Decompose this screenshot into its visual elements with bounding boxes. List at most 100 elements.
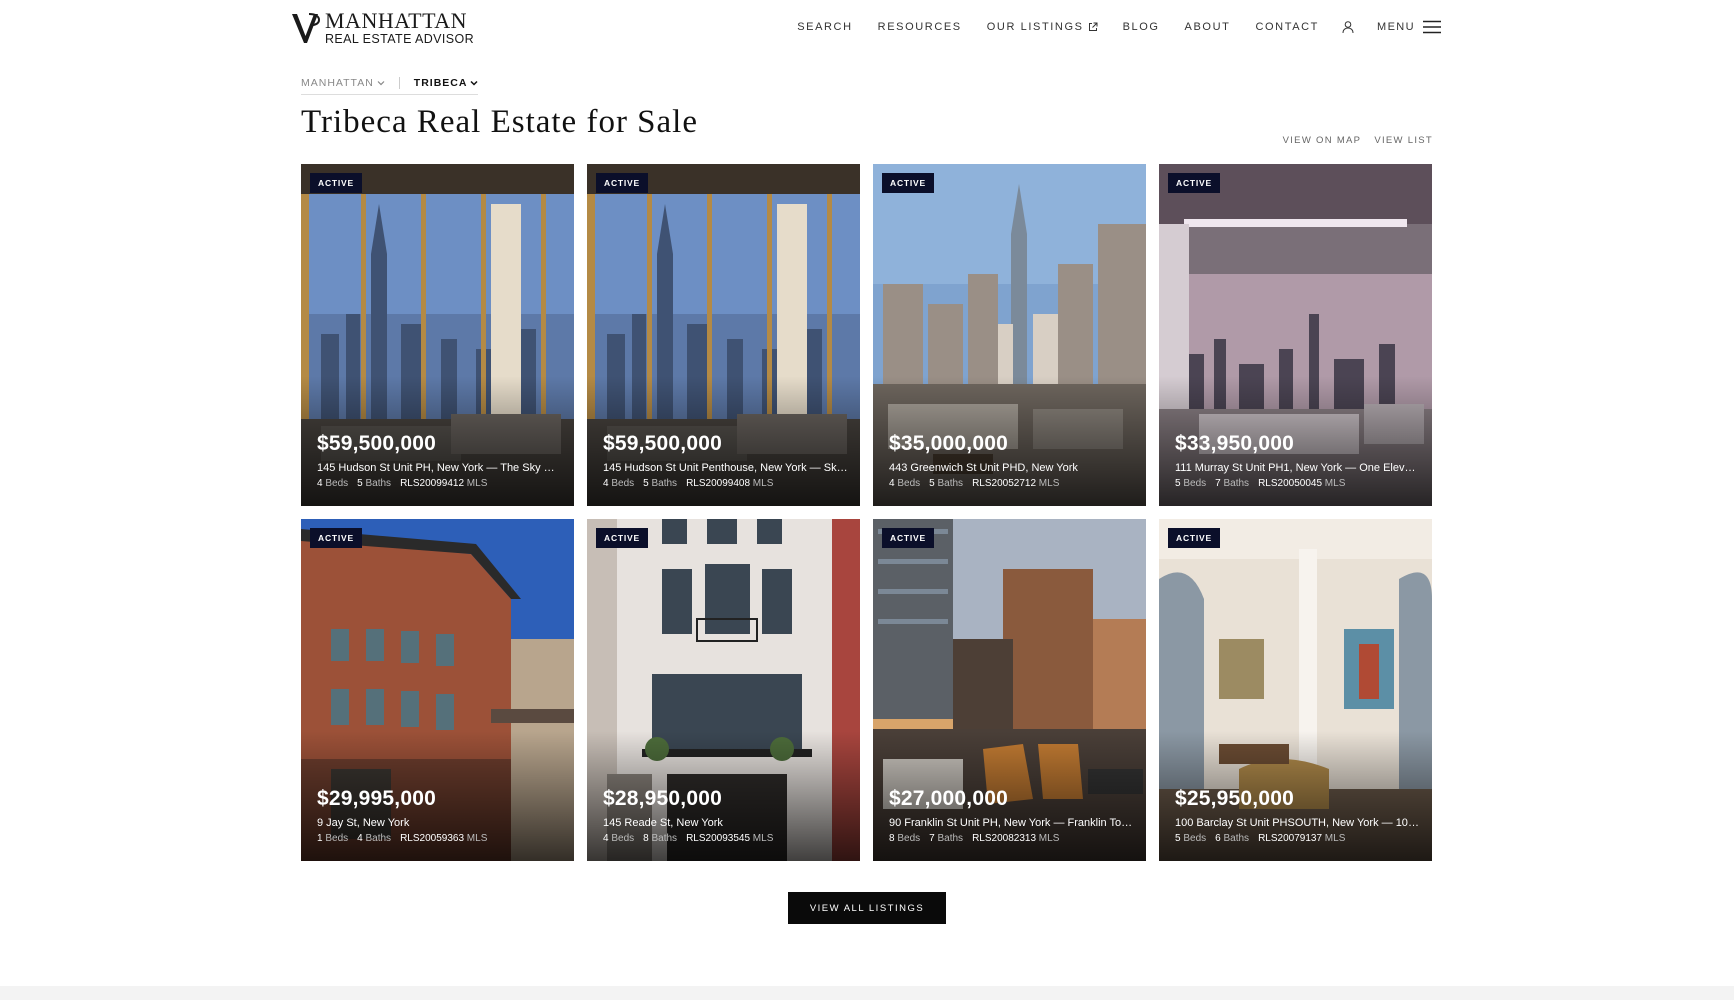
mls-number: RLS20079137 [1258, 833, 1323, 844]
listing-info: $29,995,000 9 Jay St, New York 1 Beds 4 … [317, 787, 562, 844]
site-logo[interactable]: MANHATTAN REAL ESTATE ADVISOR [291, 10, 474, 46]
nav-our-listings[interactable]: OUR LISTINGS [987, 21, 1098, 33]
listing-address: 100 Barclay St Unit PHSOUTH, New York — … [1175, 817, 1420, 829]
listing-meta: 5 Beds 7 Baths RLS20050045 MLS [1175, 478, 1420, 489]
status-badge: ACTIVE [882, 528, 934, 548]
hamburger-icon [1423, 20, 1441, 34]
listing-card[interactable]: ACTIVE $59,500,000 145 Hudson St Unit PH… [301, 164, 574, 506]
listing-card[interactable]: ACTIVE $33,950,000 111 Murray St Unit PH… [1159, 164, 1432, 506]
listing-info: $27,000,000 90 Franklin St Unit PH, New … [889, 787, 1134, 844]
listing-mls: RLS20082313 MLS [972, 833, 1059, 844]
listing-info: $33,950,000 111 Murray St Unit PH1, New … [1175, 432, 1420, 489]
user-icon[interactable] [1341, 20, 1355, 34]
menu-button[interactable]: MENU [1377, 20, 1441, 34]
beds-label: Beds [1183, 478, 1207, 489]
beds-label: Beds [1183, 833, 1207, 844]
listing-beds: 4 Beds [603, 833, 634, 844]
beds-label: Beds [897, 478, 921, 489]
nav-search-label: SEARCH [797, 21, 853, 33]
breadcrumb: MANHATTAN TRIBECA [301, 71, 479, 95]
listing-info: $28,950,000 145 Reade St, New York 4 Bed… [603, 787, 848, 844]
listing-meta: 4 Beds 8 Baths RLS20093545 MLS [603, 833, 848, 844]
listing-meta: 1 Beds 4 Baths RLS20059363 MLS [317, 833, 562, 844]
mls-label: MLS [1324, 833, 1346, 844]
listing-meta: 8 Beds 7 Baths RLS20082313 MLS [889, 833, 1134, 844]
baths-count: 5 [357, 478, 363, 489]
listing-price: $29,995,000 [317, 787, 436, 810]
baths-label: Baths [937, 833, 964, 844]
listing-baths: 6 Baths [1215, 833, 1249, 844]
listing-baths: 7 Baths [929, 833, 963, 844]
listing-price: $27,000,000 [889, 787, 1008, 810]
nav-resources[interactable]: RESOURCES [878, 21, 962, 33]
view-on-map-link[interactable]: VIEW ON MAP [1283, 135, 1362, 146]
nav-about[interactable]: ABOUT [1185, 21, 1231, 33]
listing-meta: 4 Beds 5 Baths RLS20052712 MLS [889, 478, 1134, 489]
status-badge: ACTIVE [1168, 528, 1220, 548]
listing-card[interactable]: ACTIVE $59,500,000 145 Hudson St Unit Pe… [587, 164, 860, 506]
beds-count: 4 [317, 478, 323, 489]
beds-count: 8 [889, 833, 895, 844]
mls-number: RLS20052712 [972, 478, 1037, 489]
view-all-listings-button[interactable]: VIEW ALL LISTINGS [788, 892, 946, 924]
beds-count: 1 [317, 833, 323, 844]
listing-address: 90 Franklin St Unit PH, New York — Frank… [889, 817, 1134, 829]
listing-card[interactable]: ACTIVE $28,950,000 145 Reade St, New Yor… [587, 519, 860, 861]
chevron-down-icon [377, 80, 385, 85]
mls-label: MLS [752, 478, 774, 489]
listing-card[interactable]: ACTIVE $25,950,000 100 Barclay St Unit P… [1159, 519, 1432, 861]
breadcrumb-tribeca[interactable]: TRIBECA [414, 75, 479, 91]
listing-address: 111 Murray St Unit PH1, New York — One E… [1175, 462, 1420, 474]
beds-label: Beds [325, 478, 349, 489]
baths-label: Baths [1223, 478, 1250, 489]
beds-count: 5 [1175, 478, 1181, 489]
listing-baths: 5 Baths [643, 478, 677, 489]
mls-number: RLS20093545 [686, 833, 751, 844]
listing-address: 145 Reade St, New York [603, 817, 723, 829]
logo-line1: MANHATTAN [325, 8, 468, 33]
listing-meta: 5 Beds 6 Baths RLS20079137 MLS [1175, 833, 1420, 844]
listing-beds: 8 Beds [889, 833, 920, 844]
baths-label: Baths [365, 478, 392, 489]
listing-address: 443 Greenwich St Unit PHD, New York [889, 462, 1078, 474]
listing-baths: 7 Baths [1215, 478, 1249, 489]
listing-card[interactable]: ACTIVE $27,000,000 90 Franklin St Unit P… [873, 519, 1146, 861]
breadcrumb-manhattan[interactable]: MANHATTAN [301, 75, 385, 91]
baths-label: Baths [1223, 833, 1250, 844]
mls-number: RLS20099408 [686, 478, 751, 489]
baths-count: 7 [929, 833, 935, 844]
status-badge: ACTIVE [596, 173, 648, 193]
beds-count: 4 [889, 478, 895, 489]
listing-card[interactable]: ACTIVE $29,995,000 9 Jay St, New York 1 … [301, 519, 574, 861]
listing-address: 145 Hudson St Unit Penthouse, New York —… [603, 462, 848, 474]
nav-blog[interactable]: BLOG [1123, 21, 1160, 33]
nav-search[interactable]: SEARCH [797, 21, 852, 33]
nav-contact[interactable]: CONTACT [1255, 21, 1319, 33]
listing-address: 145 Hudson St Unit PH, New York — The Sk… [317, 462, 562, 474]
nav-about-label: ABOUT [1184, 21, 1231, 33]
mls-number: RLS20082313 [972, 833, 1037, 844]
menu-label: MENU [1377, 21, 1415, 33]
beds-label: Beds [611, 833, 635, 844]
listing-baths: 8 Baths [643, 833, 677, 844]
baths-count: 5 [643, 478, 649, 489]
baths-label: Baths [651, 478, 678, 489]
site-header: MANHATTAN REAL ESTATE ADVISOR SEARCH RES… [0, 0, 1734, 56]
listing-mls: RLS20050045 MLS [1258, 478, 1345, 489]
listing-mls: RLS20099408 MLS [686, 478, 773, 489]
listing-beds: 4 Beds [317, 478, 348, 489]
baths-count: 4 [357, 833, 363, 844]
main-nav: SEARCH RESOURCES OUR LISTINGS BLOG ABOUT… [772, 18, 1441, 36]
page-title: Tribeca Real Estate for Sale [301, 104, 698, 140]
external-link-icon [1088, 22, 1098, 31]
nav-resources-label: RESOURCES [877, 21, 962, 33]
listing-beds: 4 Beds [889, 478, 920, 489]
listing-mls: RLS20099412 MLS [400, 478, 487, 489]
beds-label: Beds [611, 478, 635, 489]
listing-beds: 5 Beds [1175, 478, 1206, 489]
nav-contact-label: CONTACT [1255, 21, 1319, 33]
view-list-link[interactable]: VIEW LIST [1374, 135, 1433, 146]
listing-card[interactable]: ACTIVE $35,000,000 443 Greenwich St Unit… [873, 164, 1146, 506]
listing-mls: RLS20059363 MLS [400, 833, 487, 844]
beds-label: Beds [897, 833, 921, 844]
